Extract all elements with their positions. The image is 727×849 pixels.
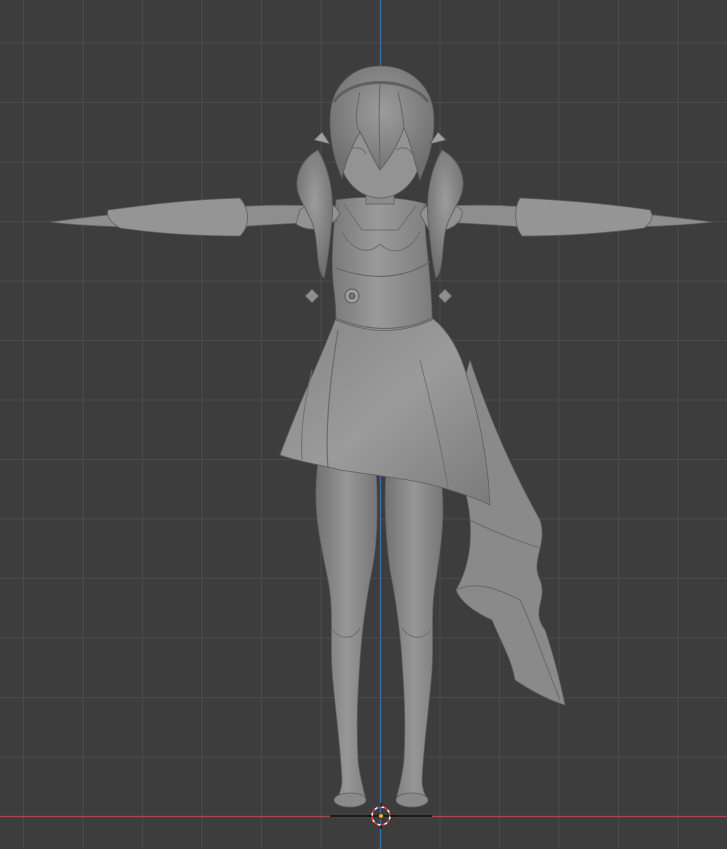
3d-viewport[interactable]: [0, 0, 727, 849]
left-foot: [333, 792, 367, 808]
right-foot: [395, 792, 429, 808]
torso: [331, 196, 433, 331]
viewport-canvas[interactable]: [0, 0, 727, 849]
object-origin-dot: [377, 813, 384, 820]
brooch-center: [348, 292, 356, 300]
